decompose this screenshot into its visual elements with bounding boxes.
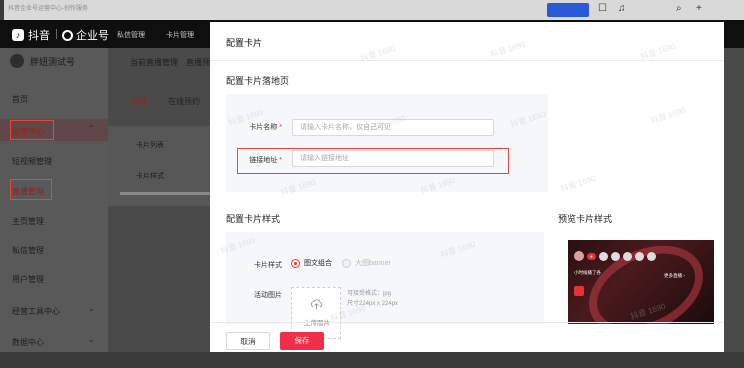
activity-image-label: 活动图片 [254,292,282,299]
topnav-item-messages[interactable]: 私信管理 [117,30,145,40]
upload-size-hint: 尺寸224px x 224px [347,301,399,307]
tab-online-booking[interactable]: 在线预约 [168,96,200,107]
bell-icon[interactable]: ♫ [618,3,626,14]
save-button[interactable]: 保存 [280,332,324,350]
radio-image-text[interactable]: 图文组合 [291,258,332,268]
preview-avatar [574,251,584,261]
sidebar-item-short-video[interactable]: 短视频管理 [12,156,52,167]
product-logo[interactable]: 企业号 [62,27,109,43]
preview-section-title: 预览卡片样式 [558,214,613,224]
sidebar-item-users[interactable]: 用户管理 [12,274,44,285]
sidebar: 胖妞测试号 首页 运营中心 ⌃ 短视频管理 直播管理 主页管理 私信管理 用户管… [0,48,108,368]
card-list-title: 卡片列表 [136,142,164,149]
divider [210,60,724,61]
viewer-avatar [598,251,608,261]
landing-config-panel [226,94,548,192]
upload-icon [310,299,323,310]
plus-icon[interactable]: + [696,3,702,14]
product-name: 企业号 [76,30,109,42]
card-style-label: 卡片样式 [254,262,282,269]
landing-section-title: 配置卡片落地页 [226,76,290,86]
app-name: 抖音 [28,30,50,42]
avatar [10,54,24,68]
sidebar-item-messages[interactable]: 私信管理 [12,245,44,256]
dialog-title: 配置卡片 [226,38,263,48]
annotation-box-link [237,148,509,174]
radio-disabled-icon [342,258,351,268]
style-config-panel [226,232,544,324]
annotation-box-live [10,179,52,200]
sidebar-item-homepage[interactable]: 主页管理 [12,216,44,227]
account-switcher[interactable]: 胖妞测试号 [10,54,75,68]
chevron-down-icon[interactable]: ⌄ [88,335,95,344]
sidebar-item-home[interactable]: 首页 [12,94,28,105]
chat-icon[interactable]: ☐ [598,3,607,14]
preview-card-thumb [574,286,584,296]
annotation-box-operations [10,120,54,140]
enterprise-logo-icon [62,29,73,41]
radio-big-banner[interactable]: 大图banner [342,258,391,268]
preview-card-title: 小时候播了各 [574,270,601,275]
horizontal-scrollbar[interactable] [120,192,216,195]
divider [56,29,57,39]
search-icon[interactable]: ⌕ [676,3,682,14]
viewer-avatar [610,251,620,261]
card-name-label: 卡片名称 * [249,124,282,131]
breadcrumb-item[interactable]: 当前直播管理 [130,57,178,68]
app-logo[interactable]: ♪ 抖音 [12,27,50,43]
cancel-button[interactable]: 取消 [226,332,270,350]
card-preview-image: ● 小时候播了各 更多直播 › [568,240,714,324]
card-style-title: 卡片样式 [136,173,164,180]
footer-divider [210,322,724,323]
tab-general[interactable]: 通用 [130,96,146,107]
sidebar-item-tools[interactable]: 经营工具中心 [12,306,60,317]
style-section-title: 配置卡片样式 [226,214,281,224]
topnav-item-cards[interactable]: 卡片管理 [166,30,194,40]
card-name-row: 卡片名称 * [242,122,282,132]
watermark: 抖音 1690 [489,39,527,60]
configure-card-dialog: 配置卡片 配置卡片落地页 卡片名称 * 请输入卡片名称，仅自己可见 链接地址 *… [210,22,724,352]
watermark: 抖音 1690 [559,173,597,194]
radio-selected-icon [291,258,300,268]
viewer-avatar [634,251,644,261]
preview-more-link: 更多直播 › [664,273,685,278]
blue-action-button[interactable] [547,3,589,17]
chevron-down-icon[interactable]: ⌄ [88,304,95,313]
card-name-input[interactable]: 请输入卡片名称，仅自己可见 [292,119,494,136]
preview-header: ● [574,246,708,266]
douyin-logo-icon: ♪ [12,29,24,41]
account-name: 胖妞测试号 [30,56,76,67]
chevron-up-icon[interactable]: ⌃ [88,124,95,133]
sidebar-item-data[interactable]: 数据中心 [12,337,44,348]
browser-title: 抖音企业号运营中心-创作服务 [8,6,88,12]
preview-live-badge: ● [587,252,596,260]
viewer-avatar [646,251,656,261]
watermark: 抖音 1690 [359,43,397,64]
bottom-strip [0,352,744,368]
viewer-avatar [622,251,632,261]
upload-format-hint: 可接受格式：jpg [347,291,392,297]
browser-title-strip: 抖音企业号运营中心-创作服务 [4,0,744,20]
watermark: 抖音 1690 [649,105,687,126]
